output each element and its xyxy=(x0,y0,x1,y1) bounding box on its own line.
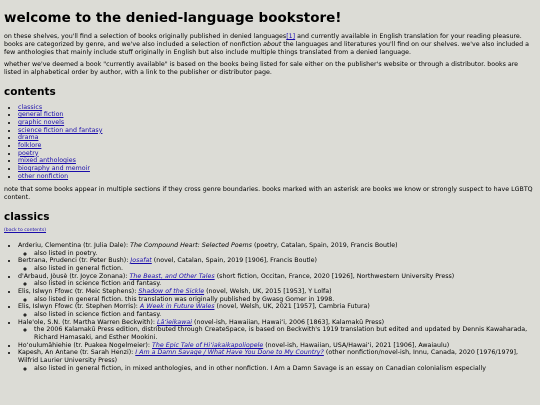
book-notes: also listed in science fiction and fanta… xyxy=(18,311,536,319)
contents-item: classics xyxy=(18,104,536,112)
contents-link[interactable]: drama xyxy=(18,134,38,141)
contents-item: science fiction and fantasy xyxy=(18,127,536,135)
book-notes: also listed in science fiction and fanta… xyxy=(18,280,536,288)
contents-link[interactable]: other nonfiction xyxy=(18,173,68,180)
availability-paragraph: whether we've deemed a book "currently a… xyxy=(4,61,519,77)
book-author: Kapesh, An Antane (tr. Sarah Henzi): xyxy=(18,349,136,357)
contents-list: classicsgeneral fictiongraphic novelssci… xyxy=(4,104,536,181)
book-author: Hoʻoulumāhiehie (tr. Puakea Nogelmeier): xyxy=(18,341,153,349)
contents-link[interactable]: poetry xyxy=(18,150,39,157)
book-entry: Arderiu, Clementina (tr. Julia Dale): Th… xyxy=(18,242,536,257)
classics-book-list: Arderiu, Clementina (tr. Julia Dale): Th… xyxy=(4,242,536,372)
book-author: Arderiu, Clementina (tr. Julia Dale): xyxy=(18,242,131,250)
page: welcome to the denied-language bookstore… xyxy=(0,0,540,373)
book-author: Bertrana, Prudenci (tr. Peter Bush): xyxy=(18,257,131,265)
contents-link[interactable]: mixed anthologies xyxy=(18,157,76,164)
contents-item: mixed anthologies xyxy=(18,157,536,165)
book-details: (short fiction, Occitan, France, 2020 [1… xyxy=(214,272,455,280)
book-notes: the 2006 Kalamakū Press edition, distrib… xyxy=(18,326,536,341)
classics-heading: classics xyxy=(4,210,50,223)
book-note: also listed in science fiction and fanta… xyxy=(34,311,536,319)
contents-heading: contents xyxy=(4,85,56,98)
contents-item: drama xyxy=(18,134,536,142)
book-note: also listed in general fiction, in mixed… xyxy=(34,365,536,373)
contents-link[interactable]: general fiction xyxy=(18,111,63,118)
back-to-contents-link[interactable]: (back to contents) xyxy=(4,228,46,233)
contents-item: folklore xyxy=(18,142,536,150)
book-author: Elis, Islwyn Ffowc (tr. Stephen Morris): xyxy=(18,303,140,311)
book-title: The Compound Heart: Selected Poems xyxy=(130,242,252,250)
contents-item: biography and memoir xyxy=(18,165,536,173)
book-entry: Elis, Islwyn Ffowc (tr. Meic Stephens): … xyxy=(18,288,536,303)
book-author: Elis, Islwyn Ffowc (tr. Meic Stephens): xyxy=(18,288,139,296)
contents-item: poetry xyxy=(18,150,536,158)
contents-item: other nonfiction xyxy=(18,173,536,181)
book-title-link[interactable]: The Epic Tale of Hiʻiakaikapoliopele xyxy=(152,342,263,349)
contents-item: graphic novels xyxy=(18,119,536,127)
book-details: (novel, Welsh, UK, 2021 [1957], Cambria … xyxy=(214,303,370,311)
book-note: also listed in general fiction. xyxy=(34,265,536,273)
contents-link[interactable]: biography and memoir xyxy=(18,165,90,172)
contents-link[interactable]: folklore xyxy=(18,142,41,149)
contents-item: general fiction xyxy=(18,111,536,119)
book-title-link[interactable]: Shadow of the Sickle xyxy=(138,288,204,295)
book-entry: Elis, Islwyn Ffowc (tr. Stephen Morris):… xyxy=(18,303,536,318)
book-entry: d'Arbaud, Jòusè (tr. Joyce Zonana): The … xyxy=(18,273,536,288)
book-author: Hale'ole, S.N. (tr. Martha Warren Beckwi… xyxy=(18,318,157,326)
book-note: the 2006 Kalamakū Press edition, distrib… xyxy=(34,326,536,341)
book-entry: Bertrana, Prudenci (tr. Peter Bush): Jos… xyxy=(18,257,536,272)
footnote-link[interactable]: [1] xyxy=(286,33,295,40)
book-title-link[interactable]: I Am a Damn Savage / What Have You Done … xyxy=(135,349,324,356)
contents-link[interactable]: classics xyxy=(18,104,42,111)
book-notes: also listed in general fiction. xyxy=(18,265,536,273)
book-title-link[interactable]: Lāʻieikawai xyxy=(157,319,192,326)
contents-link[interactable]: science fiction and fantasy xyxy=(18,127,102,134)
book-details: (novel, Welsh, UK, 2015 [1953], Y Lolfa) xyxy=(204,288,332,296)
book-details: (poetry, Catalan, Spain, 2019, Francis B… xyxy=(251,242,398,250)
book-entry: Hale'ole, S.N. (tr. Martha Warren Beckwi… xyxy=(18,319,536,342)
book-author: d'Arbaud, Jòusè (tr. Joyce Zonana): xyxy=(18,272,130,280)
book-details: (novel-ish, Hawaiian, Hawaiʻi, 2006 [186… xyxy=(192,318,385,326)
book-details: (novel-ish, Hawaiian, USA/Hawaiʻi, 2021 … xyxy=(263,341,450,349)
book-title-link[interactable]: The Beast, and Other Tales xyxy=(130,273,215,280)
intro-text-a: on these shelves, you'll find a selectio… xyxy=(4,33,287,41)
book-entry: Kapesh, An Antane (tr. Sarah Henzi): I A… xyxy=(18,349,536,372)
intro-paragraph: on these shelves, you'll find a selectio… xyxy=(4,33,536,56)
book-title-link[interactable]: A Week in Future Wales xyxy=(140,303,215,310)
contents-link[interactable]: graphic novels xyxy=(18,119,64,126)
intro-emphasis: about xyxy=(263,41,282,49)
book-details: (novel, Catalan, Spain, 2019 [1906], Fra… xyxy=(151,257,317,265)
contents-note: note that some books appear in multiple … xyxy=(4,186,533,202)
book-title-link[interactable]: Josafat xyxy=(130,257,151,264)
book-note: also listed in science fiction and fanta… xyxy=(34,280,536,288)
page-title: welcome to the denied-language bookstore… xyxy=(4,10,342,26)
book-notes: also listed in general fiction, in mixed… xyxy=(18,365,536,373)
